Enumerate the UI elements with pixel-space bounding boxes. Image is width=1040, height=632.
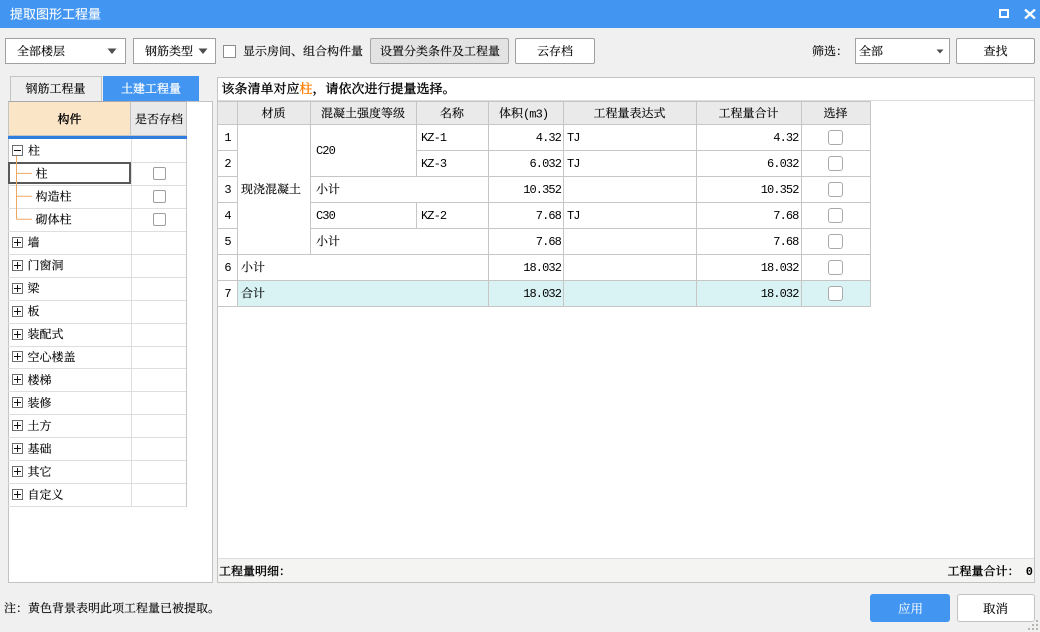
svg-text:2: 2 bbox=[224, 157, 231, 171]
svg-text:18.032: 18.032 bbox=[523, 261, 562, 275]
svg-text:7.68: 7.68 bbox=[773, 209, 799, 223]
svg-text:7: 7 bbox=[224, 287, 231, 301]
svg-text:TJ: TJ bbox=[567, 131, 580, 145]
svg-text:4.32: 4.32 bbox=[536, 131, 562, 145]
svg-text:5: 5 bbox=[224, 235, 231, 249]
svg-text:KZ-1: KZ-1 bbox=[421, 131, 447, 145]
svg-text:10.352: 10.352 bbox=[761, 183, 800, 197]
svg-text:6.032: 6.032 bbox=[767, 157, 799, 171]
svg-text:18.032: 18.032 bbox=[761, 287, 800, 301]
svg-text:10.352: 10.352 bbox=[523, 183, 562, 197]
svg-text:TJ: TJ bbox=[567, 157, 580, 171]
svg-text:1: 1 bbox=[224, 131, 231, 145]
svg-text:KZ-2: KZ-2 bbox=[421, 209, 447, 223]
svg-text:3: 3 bbox=[224, 183, 231, 197]
svg-text:7.68: 7.68 bbox=[536, 235, 562, 249]
svg-text:7.68: 7.68 bbox=[773, 235, 799, 249]
svg-text:KZ-3: KZ-3 bbox=[421, 157, 447, 171]
svg-text:18.032: 18.032 bbox=[761, 261, 800, 275]
svg-text:C30: C30 bbox=[316, 209, 336, 223]
svg-text:TJ: TJ bbox=[567, 209, 580, 223]
svg-text:4.32: 4.32 bbox=[773, 131, 799, 145]
svg-text:(m3): (m3) bbox=[523, 108, 548, 122]
svg-text:6.032: 6.032 bbox=[529, 157, 561, 171]
svg-text:0: 0 bbox=[1026, 565, 1033, 579]
svg-text:6: 6 bbox=[224, 261, 231, 275]
svg-text:4: 4 bbox=[224, 209, 231, 223]
svg-text:C20: C20 bbox=[316, 144, 336, 158]
svg-text:7.68: 7.68 bbox=[536, 209, 562, 223]
svg-text:18.032: 18.032 bbox=[523, 287, 562, 301]
